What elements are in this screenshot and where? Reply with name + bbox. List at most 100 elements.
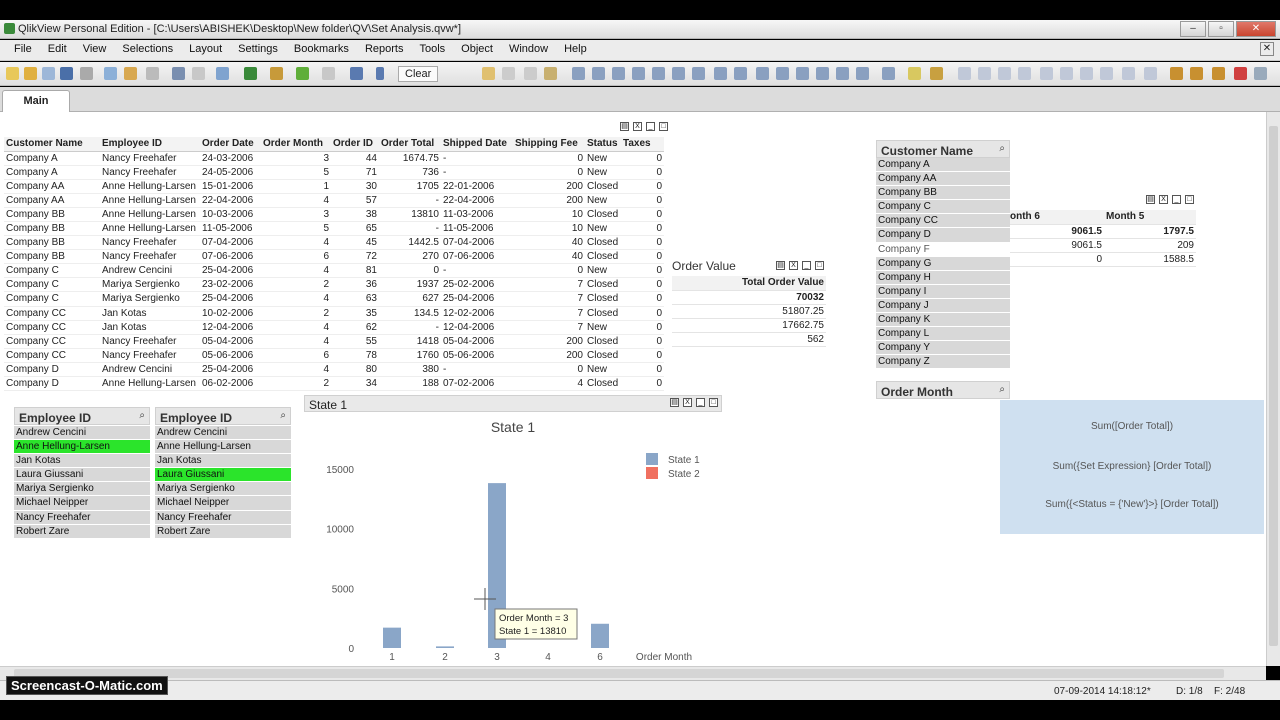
maximize-icon[interactable]: □ [1185,195,1194,204]
column-header[interactable]: Taxes [621,137,664,152]
list-item[interactable]: Michael Neipper [155,496,291,511]
table-row[interactable]: Company CC Jan Kotas 12-04-2006 4 62-12-04-2… [4,320,664,335]
list-item[interactable]: Company Y [876,341,1010,356]
redo-icon[interactable] [192,67,205,80]
align-middle-icon[interactable] [1040,67,1053,80]
format-painter-icon[interactable] [908,67,921,80]
list-item[interactable]: Jan Kotas [14,454,150,469]
menu-settings[interactable]: Settings [230,43,286,55]
state-chart[interactable]: State 1 ▤ X _ □ State 1 0 5000 10000 15000 1 2 3 4 6… [304,395,722,663]
clear-button[interactable]: Clear [398,66,439,82]
save-icon[interactable] [60,67,73,80]
menu-edit[interactable]: Edit [40,43,75,55]
copy-icon[interactable] [502,67,515,80]
add-bookmark-icon[interactable] [296,67,309,80]
minimize-icon[interactable]: _ [646,122,655,131]
month-pivot-table[interactable]: ▤ X _ □ onth 6 Month 5 9061.5 1797.5 9061.5 20… [1008,192,1196,272]
same-width-icon[interactable] [1122,67,1135,80]
align-right-icon[interactable] [998,67,1011,80]
maximize-icon[interactable]: □ [815,261,824,270]
properties-icon[interactable] [1170,67,1183,80]
column-header[interactable]: Customer Name [4,137,100,152]
menu-object[interactable]: Object [453,43,501,55]
listbox-icon[interactable] [572,67,585,80]
document-close-icon[interactable]: ✕ [1260,42,1274,56]
minimize-icon[interactable]: _ [1172,195,1181,204]
table-row[interactable]: Company CC Nancy Freehafer 05-04-2006 4 55 14… [4,334,664,349]
table-row[interactable]: Company BB Anne Hellung-Larsen 11-05-2006 5… [4,221,664,237]
table-box-icon[interactable] [612,67,625,80]
menu-view[interactable]: View [75,43,115,55]
list-item[interactable]: Company L [876,327,1010,342]
horizontal-scrollbar[interactable] [0,666,1266,680]
table-row[interactable]: Company A Nancy Freehafer 24-03-2006 3 44 167… [4,151,664,166]
tab-main[interactable]: Main [2,90,70,112]
list-item[interactable]: Andrew Cencini [155,426,291,441]
search-icon[interactable]: ⌕ [999,384,1005,395]
table-row[interactable]: Company BB Nancy Freehafer 07-06-2006 6 72 27… [4,249,664,265]
menu-tools[interactable]: Tools [411,43,453,55]
print-icon[interactable]: ▤ [1146,195,1155,204]
bookmarks-icon[interactable] [270,67,283,80]
vertical-scrollbar[interactable] [1266,112,1280,666]
order-month-listbox[interactable]: Order Month⌕ 123456 [876,381,1010,486]
column-header[interactable]: Shipped Date [441,137,513,152]
table-row[interactable]: Company A Nancy Freehafer 24-05-2006 5 71 736… [4,165,664,180]
list-item[interactable]: 1 [876,401,1008,416]
column-header[interactable]: Order Month [261,137,331,152]
list-item[interactable]: Company D [876,228,1010,243]
current-selections-box-icon[interactable] [672,67,685,80]
table-row[interactable]: Company BB Nancy Freehafer 07-04-2006 4 45 14… [4,235,664,251]
menu-help[interactable]: Help [556,43,595,55]
table-row[interactable]: Company AA Anne Hellung-Larsen 15-01-2006 1… [4,179,664,194]
list-item[interactable]: 6 [876,471,1008,486]
close-button[interactable]: ✕ [1236,21,1276,37]
list-item[interactable]: Laura Giussani [14,468,150,483]
table-row[interactable]: Company D Anne Hellung-Larsen 06-02-2006 2 3… [4,376,664,392]
cut-icon[interactable] [524,67,537,80]
list-item[interactable]: Company BB [876,186,1010,201]
chart-icon[interactable] [632,67,645,80]
list-item[interactable]: 3 [876,429,1008,444]
table-row[interactable]: Company D Andrew Cencini 25-04-2006 4 80 380-… [4,362,664,378]
list-item[interactable]: Mariya Sergienko [14,482,150,497]
back-icon[interactable] [350,67,363,80]
document-properties-icon[interactable] [1190,67,1203,80]
list-item[interactable]: Andrew Cencini [14,426,150,441]
menu-window[interactable]: Window [501,43,556,55]
list-item[interactable]: Company H [876,270,1010,285]
pivot-header-month5[interactable]: Month 5 [1104,210,1196,225]
list-item[interactable]: Laura Giussani [155,468,291,483]
same-height-icon[interactable] [1144,67,1157,80]
button-object-icon[interactable] [692,67,705,80]
column-header[interactable]: Status [585,137,621,152]
search-icon[interactable]: ⌕ [999,143,1005,154]
slider-icon[interactable] [756,67,769,80]
design-grid-icon[interactable] [322,67,335,80]
horizontal-scroll-thumb[interactable] [14,669,1224,678]
list-item[interactable]: Nancy Freehafer [155,510,291,525]
align-top-icon[interactable] [1018,67,1031,80]
paste-icon[interactable] [544,67,557,80]
xl-export-icon[interactable]: X [789,261,798,270]
new-icon[interactable] [6,67,19,80]
maximize-button[interactable]: ▫ [1208,21,1234,37]
menu-reports[interactable]: Reports [357,43,412,55]
new-sheet-object-icon[interactable] [482,67,495,80]
list-item[interactable]: Company J [876,298,1010,314]
line-arrow-icon[interactable] [734,67,747,80]
list-item[interactable]: Jan Kotas [155,454,291,469]
search-icon[interactable]: ⌕ [280,410,286,421]
print-icon[interactable]: ▤ [620,122,629,131]
table-row[interactable]: Company BB Anne Hellung-Larsen 10-03-2006 3… [4,207,664,222]
server-object-icon[interactable] [856,67,869,80]
text-object-icon[interactable] [714,67,727,80]
pivot-header-month6[interactable]: onth 6 [1008,210,1104,225]
employee-id-listbox-1[interactable]: Employee ID ⌕ Andrew Cencini Anne Hellung-… [14,407,150,540]
menu-file[interactable]: File [6,43,40,55]
column-header[interactable]: Order Date [200,137,261,152]
xl-export-icon[interactable]: X [1159,195,1168,204]
table-row[interactable]: Company CC Jan Kotas 10-02-2006 2 35 134.5 12-… [4,306,664,321]
list-item[interactable]: Company AA [876,172,1010,187]
list-item[interactable]: 5 [876,457,1008,472]
